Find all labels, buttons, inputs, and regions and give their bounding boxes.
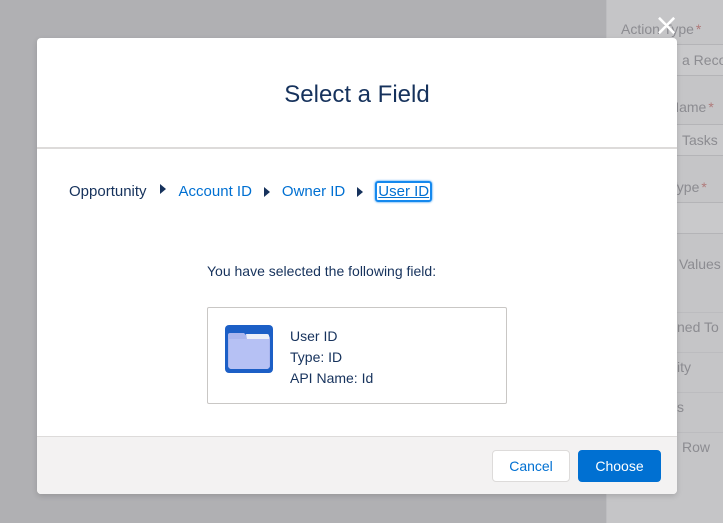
required-marker: * xyxy=(695,21,702,37)
required-marker: * xyxy=(701,179,707,195)
bg-row-text: Row xyxy=(682,439,711,455)
field-type: Type: ID xyxy=(290,349,343,365)
required-marker: * xyxy=(708,99,714,115)
bg-input-text: Tasks xyxy=(682,132,718,148)
breadcrumb: Opportunity Account ID Owner ID User ID xyxy=(69,181,433,202)
caret-right-icon xyxy=(357,186,364,197)
field-api-name: API Name: Id xyxy=(290,370,374,386)
field-details: User ID Type: ID API Name: Id xyxy=(290,326,373,389)
modal-header: Select a Field xyxy=(37,38,677,149)
bg-row-text: ity xyxy=(677,359,691,375)
bg-input-text: a Reco xyxy=(682,52,723,68)
modal-body: Opportunity Account ID Owner ID User ID … xyxy=(37,149,677,436)
close-icon[interactable]: × xyxy=(654,11,679,41)
modal-title: Select a Field xyxy=(284,80,430,108)
breadcrumb-item-owner-id[interactable]: Owner ID xyxy=(282,183,345,200)
selected-field-card: User ID Type: ID API Name: Id xyxy=(207,307,507,404)
caret-right-icon xyxy=(263,186,270,197)
select-field-modal: Select a Field Opportunity Account ID Ow… xyxy=(37,38,677,494)
breadcrumb-item-user-id[interactable]: User ID xyxy=(375,181,433,202)
bg-row-text: s xyxy=(677,399,684,415)
cancel-button[interactable]: Cancel xyxy=(492,450,570,482)
bg-row-text: ned To xyxy=(677,319,719,335)
breadcrumb-item-account-id[interactable]: Account ID xyxy=(179,183,252,200)
bg-row-text: Values xyxy=(679,256,721,272)
field-name: User ID xyxy=(290,328,338,344)
folder-icon xyxy=(225,325,273,373)
breadcrumb-root: Opportunity xyxy=(69,183,147,200)
modal-footer: Cancel Choose xyxy=(37,436,677,494)
choose-button[interactable]: Choose xyxy=(578,450,661,482)
selected-field-prompt: You have selected the following field: xyxy=(207,263,437,279)
caret-right-icon xyxy=(159,183,166,194)
